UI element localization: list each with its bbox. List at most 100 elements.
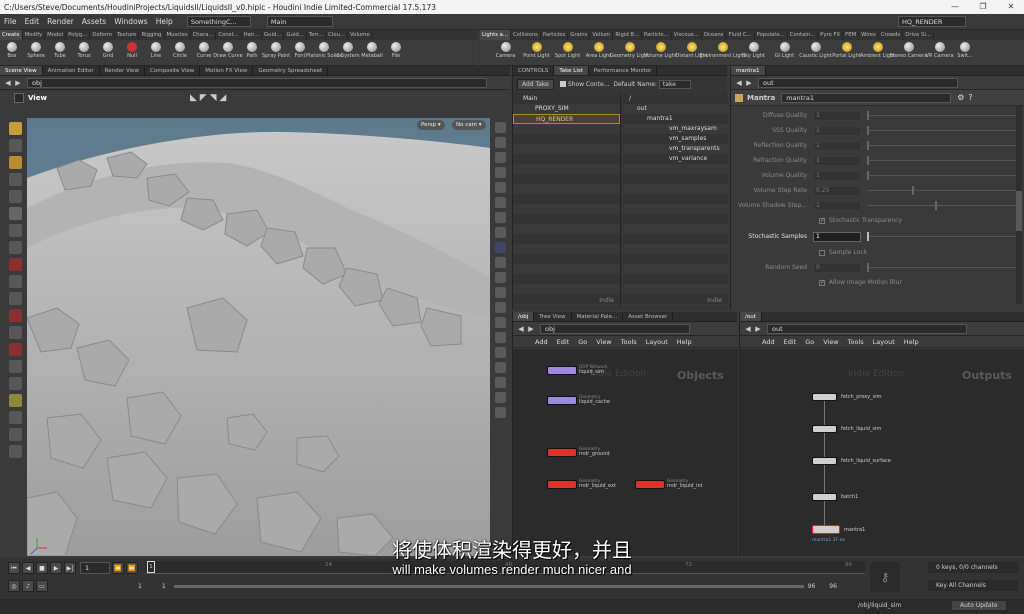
normal-display-icon[interactable] <box>494 302 506 313</box>
default-name-field[interactable]: take <box>658 79 691 89</box>
node-liquid-sim[interactable]: DOP Network liquid_sim <box>547 365 608 375</box>
lighting-icon[interactable] <box>494 197 506 208</box>
tool-draw-curve[interactable]: Draw Curve <box>213 42 243 60</box>
tool-line[interactable]: Line <box>144 42 168 60</box>
snap-icon[interactable]: ◣ ◤ ◥ ◢ <box>190 93 226 103</box>
brush-tool-icon[interactable] <box>9 224 22 237</box>
menu-help[interactable]: Help <box>156 17 173 26</box>
close-button[interactable]: ✕ <box>998 0 1024 14</box>
param-slider[interactable] <box>867 156 1018 165</box>
view-tool-icon[interactable] <box>9 241 22 254</box>
tree-root[interactable]: / <box>623 94 728 104</box>
net-menu-layout[interactable]: Layout <box>646 338 668 346</box>
tab-obj[interactable]: /obj <box>513 312 535 321</box>
tool-switcher[interactable]: Swit... <box>955 42 975 60</box>
shelf-tab[interactable]: Pyro FX <box>818 30 844 40</box>
shelf-tab[interactable]: Texture <box>115 30 140 40</box>
range-end-field-2[interactable]: 96 <box>829 583 837 590</box>
tool-spray-paint[interactable]: Spray Paint <box>262 42 290 60</box>
shelf-tab[interactable]: Populate... <box>755 30 788 40</box>
out-path-field[interactable]: out <box>767 323 967 334</box>
net-menu-tools[interactable]: Tools <box>848 338 864 346</box>
tab-asset-browser[interactable]: Asset Browser <box>623 312 674 321</box>
net-menu-edit[interactable]: Edit <box>784 338 797 346</box>
show-contents-checkbox[interactable] <box>559 81 566 87</box>
shelf-tab[interactable]: Contain... <box>788 30 819 40</box>
net-menu-add[interactable]: Add <box>535 338 548 346</box>
tab-take-list[interactable]: Take List <box>554 66 589 75</box>
bg-icon[interactable] <box>494 227 506 238</box>
camera-lock-icon[interactable] <box>494 242 506 253</box>
tab-scene-view[interactable]: Scene View <box>0 66 43 75</box>
shelf-tab[interactable]: Collisions <box>511 30 541 40</box>
lock-icon[interactable] <box>494 167 506 178</box>
tab-controls[interactable]: CONTROLS <box>513 66 555 75</box>
tool-sphere[interactable]: Sphere <box>24 42 48 60</box>
shelf-tab[interactable]: Const... <box>216 30 242 40</box>
construction-plane-icon[interactable] <box>9 377 22 390</box>
tree-param[interactable]: vm_maxraysam <box>623 124 728 134</box>
tool-caustic-light[interactable]: Caustic Light <box>799 42 832 60</box>
tool-circle[interactable]: Circle <box>168 42 192 60</box>
tool-point-light[interactable]: Point Light <box>521 42 552 60</box>
tool-grid[interactable]: Grid <box>96 42 120 60</box>
audio-icon[interactable]: ♪ <box>22 580 34 592</box>
snapshot-icon[interactable] <box>494 407 506 418</box>
shelf-tab[interactable]: Viscous... <box>672 30 702 40</box>
maximize-button[interactable]: ❐ <box>970 0 996 14</box>
wireframe-icon[interactable] <box>494 152 506 163</box>
ruler-icon[interactable] <box>9 411 22 424</box>
tool-vr-camera[interactable]: VR Camera <box>924 42 955 60</box>
range-end-field[interactable]: 96 <box>808 583 816 590</box>
tree-param[interactable]: vm_transparents <box>623 144 728 154</box>
shelf-tab[interactable]: Rigging <box>139 30 165 40</box>
node-liquid-cache[interactable]: Geometry liquid_cache <box>547 395 610 405</box>
node-fetch-proxy-sim[interactable]: fetch_proxy_sim <box>812 393 882 401</box>
stochastic-samples-field[interactable]: 1 <box>813 231 861 242</box>
back-icon[interactable]: ◀ <box>734 78 744 88</box>
node-rndr-liquid-int[interactable]: Geometry rndr_liquid_int <box>635 479 703 489</box>
tab-material-palette[interactable]: Material Pale... <box>572 312 624 321</box>
forward-icon[interactable]: ▶ <box>526 324 536 334</box>
viewport[interactable]: Persp ▾ No cam ▾ <box>27 118 490 556</box>
shelf-tab[interactable]: Guid... <box>262 30 285 40</box>
back-icon[interactable]: ◀ <box>743 324 753 334</box>
realtime-toggle-icon[interactable]: ◎ <box>8 580 20 592</box>
param-slider[interactable] <box>867 141 1018 150</box>
shelf-tab[interactable]: Model <box>45 30 67 40</box>
back-icon[interactable]: ◀ <box>516 324 526 334</box>
shelf-tab[interactable]: Deform <box>90 30 116 40</box>
param-field[interactable]: 0.25 <box>813 185 861 196</box>
forward-icon[interactable]: ▶ <box>753 324 763 334</box>
tool-environment-light[interactable]: Environment Light <box>700 42 746 60</box>
shadow-icon[interactable] <box>494 212 506 223</box>
shelf-tab[interactable]: Muscles <box>165 30 191 40</box>
param-slider[interactable] <box>867 126 1018 135</box>
stochastic-samples-slider[interactable] <box>867 232 1018 241</box>
guide-display-icon[interactable] <box>494 362 506 373</box>
tool-platonic-solids[interactable]: Platonic Solids <box>306 42 342 60</box>
shelf-tab[interactable]: Crowds <box>879 30 904 40</box>
shelf-tab[interactable]: Particle... <box>642 30 672 40</box>
take-dropdown[interactable]: HQ_RENDER <box>898 16 966 27</box>
shelf-tab[interactable]: FEM <box>843 30 860 40</box>
random-seed-slider[interactable] <box>867 263 1018 272</box>
param-slider[interactable] <box>867 201 1018 210</box>
snap-prim-icon[interactable] <box>9 343 22 356</box>
sample-lock-checkbox[interactable] <box>819 249 825 256</box>
obj-network-canvas[interactable]: Indie Edition Objects DOP Network liquid_… <box>513 349 738 556</box>
shading-icon[interactable] <box>494 182 506 193</box>
param-field[interactable]: 1 <box>813 200 861 211</box>
tab-composite-view[interactable]: Composite View <box>145 66 201 75</box>
tool-tube[interactable]: Tube <box>48 42 72 60</box>
param-field[interactable]: 1 <box>813 125 861 136</box>
shelf-tab[interactable]: Volume <box>348 30 373 40</box>
help-icon[interactable]: ? <box>968 93 972 102</box>
template-icon[interactable] <box>494 272 506 283</box>
obj-path-field[interactable]: obj <box>540 323 690 334</box>
shelf-tab[interactable]: Fluid C... <box>726 30 755 40</box>
tool-spot-light[interactable]: Spot Light <box>552 42 583 60</box>
shelf-tab[interactable]: Guid... <box>284 30 307 40</box>
ghost-icon[interactable] <box>494 377 506 388</box>
menu-render[interactable]: Render <box>47 17 74 26</box>
